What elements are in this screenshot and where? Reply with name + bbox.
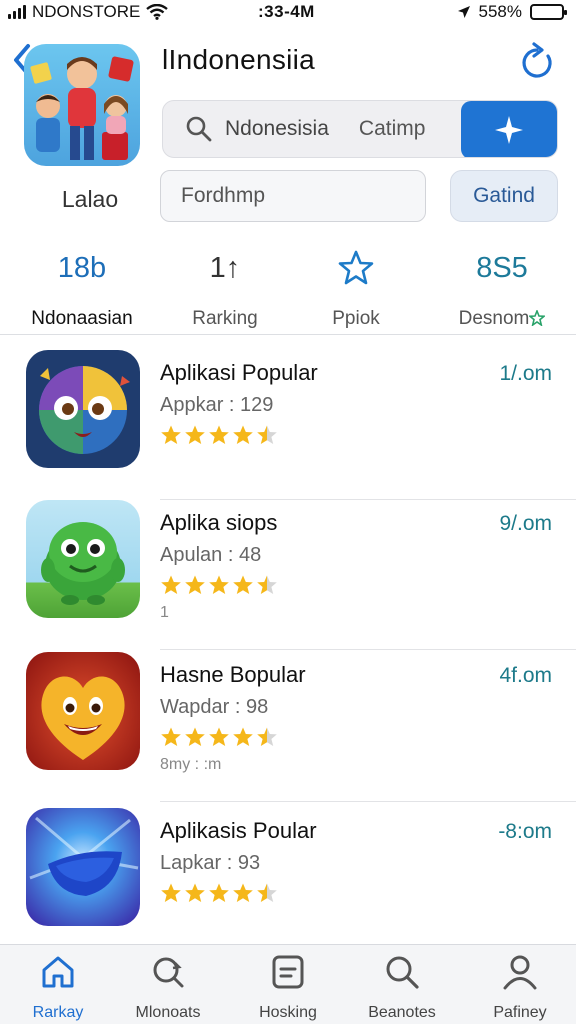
rating-stars: [160, 424, 278, 446]
profile-icon: [503, 955, 537, 990]
app-caption: Lalao: [61, 186, 119, 212]
star-icon: [209, 575, 229, 594]
star-icon: [161, 575, 181, 594]
star-icon: [257, 883, 277, 902]
app-subtitle: Wapdar : 98: [160, 696, 269, 718]
row-divider: [160, 801, 576, 802]
favorite-button[interactable]: [461, 101, 557, 157]
star-icon: [185, 425, 205, 444]
row-divider: [160, 649, 576, 650]
search-hint: Catimp: [358, 117, 426, 140]
stat-ppiok[interactable]: Ppiok: [286, 248, 426, 330]
tab-mlonoats[interactable]: Mlonoats: [110, 953, 226, 1022]
star-icon: [233, 425, 253, 444]
app-name: Aplikasi Popular: [160, 360, 318, 385]
stat-label: Ndonaasian: [31, 308, 133, 329]
list-item[interactable]: Hasne Bopular Wapdar : 98 8my : :m 4f.om: [0, 652, 576, 802]
tab-label: Beanotes: [368, 1004, 436, 1021]
stat-value: 1↑: [209, 251, 241, 284]
search-icon: [386, 956, 419, 989]
star-icon: [185, 883, 205, 902]
filter-button[interactable]: Gatind: [450, 170, 558, 222]
star-icon: [233, 575, 253, 594]
app-name: Aplikasis Poular: [160, 818, 317, 843]
search-bar[interactable]: Ndonesisia Catimp: [162, 100, 558, 158]
list-item[interactable]: Aplikasis Poular Lapkar : 93 -8:om: [0, 808, 576, 958]
stat-label: Desnom: [458, 308, 530, 329]
tab-label: Pafiney: [493, 1004, 547, 1021]
sparkle-star-icon: [495, 116, 523, 144]
tab-label: Hosking: [259, 1004, 317, 1021]
star-icon: [209, 727, 229, 746]
app-subtitle: Apulan : 48: [160, 544, 262, 566]
stat-value: 18b: [57, 251, 107, 284]
stat-label: Rarking: [192, 308, 258, 329]
carrier-label: NDONSTORE: [32, 2, 141, 21]
tab-bar: Rarkay Mlonoats Hosking Beanotes Pafiney: [0, 944, 576, 1024]
star-icon: [257, 425, 277, 444]
filter-field[interactable]: Fordhmp: [160, 170, 426, 222]
star-icon: [161, 425, 181, 444]
page-title: lIndonensiia: [162, 44, 316, 75]
app-size: 9/.om: [499, 512, 552, 535]
star-icon: [233, 883, 253, 902]
app-name: Hasne Bopular: [160, 662, 306, 687]
stat-label: Ppiok: [332, 308, 380, 329]
stat-ranking[interactable]: 1↑ Rarking: [155, 248, 295, 330]
app-icon-heart-face: [26, 652, 140, 770]
location-icon: [457, 6, 470, 18]
tab-label: Mlonoats: [135, 1004, 201, 1021]
app-subtitle: Appkar : 129: [160, 394, 274, 416]
star-icon: [257, 727, 277, 746]
stat-desnom[interactable]: 8S5 Desnom: [432, 248, 572, 330]
section-divider: [0, 334, 576, 335]
rating-stars: [160, 726, 278, 748]
document-icon: [272, 955, 304, 989]
app-icon-green-monster: [26, 500, 140, 618]
list-item[interactable]: Aplika siops Apulan : 48 1 9/.om: [0, 500, 576, 650]
refresh-search-icon: [153, 957, 184, 988]
clock: :33-4M: [258, 2, 315, 21]
tab-label: Rarkay: [32, 1004, 84, 1021]
star-icon: [185, 727, 205, 746]
rating-stars: [160, 574, 278, 596]
app-extra-info: 1: [160, 604, 169, 621]
app-size: 1/.om: [499, 362, 552, 385]
tab-hosking[interactable]: Hosking: [230, 953, 346, 1022]
star-icon: [233, 727, 253, 746]
list-item[interactable]: Aplikasi Popular Appkar : 129 1/.om: [0, 350, 576, 500]
app-size: -8:om: [498, 820, 552, 843]
app-icon-blue-burst: [26, 808, 140, 926]
battery-icon: [530, 4, 567, 20]
star-icon: [257, 575, 277, 594]
star-outline-icon: [286, 248, 426, 288]
battery-percent: 558%: [478, 2, 522, 21]
search-icon: [186, 116, 212, 142]
star-icon: [209, 425, 229, 444]
tab-pafiney[interactable]: Pafiney: [462, 953, 576, 1022]
refresh-icon[interactable]: [518, 42, 556, 82]
green-star-icon: [528, 308, 547, 327]
tab-beanotes[interactable]: Beanotes: [344, 953, 460, 1022]
wifi-icon: [146, 4, 169, 20]
signal-icon: [8, 5, 26, 19]
stat-value: 8S5: [476, 251, 528, 284]
app-size: 4f.om: [499, 664, 552, 687]
rating-stars: [160, 882, 278, 904]
app-extra-info: 8my : :m: [160, 756, 222, 773]
app-icon-kids: [24, 44, 140, 166]
star-icon: [161, 883, 181, 902]
star-icon: [161, 727, 181, 746]
star-icon: [209, 883, 229, 902]
tab-rarkay[interactable]: Rarkay: [0, 953, 116, 1022]
star-icon: [185, 575, 205, 594]
app-subtitle: Lapkar : 93: [160, 852, 261, 874]
home-icon: [42, 956, 74, 988]
stat-ndonaasian[interactable]: 18b Ndonaasian: [12, 248, 152, 330]
status-bar: NDONSTORE :33-4M 558%: [0, 0, 576, 26]
app-name: Aplika siops: [160, 510, 278, 535]
search-query[interactable]: Ndonesisia: [225, 117, 329, 141]
app-icon-ball: [26, 350, 140, 468]
